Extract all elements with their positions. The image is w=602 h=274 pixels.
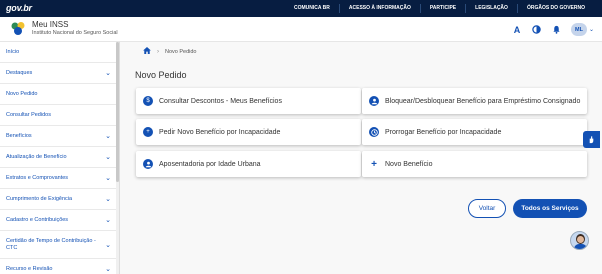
sidebar-item-extratos[interactable]: Extratos e Comprovantes ⌄ bbox=[0, 168, 119, 189]
sidebar-item-cadastro-contribuicoes[interactable]: Cadastro e Contribuições ⌄ bbox=[0, 210, 119, 231]
sidebar-item-label: Novo Pedido bbox=[6, 90, 38, 97]
breadcrumb: › Novo Pedido bbox=[143, 47, 197, 56]
gov-link-acesso-informacao[interactable]: ACESSO À INFORMAÇÃO bbox=[338, 4, 420, 13]
app-name: Meu INSS bbox=[32, 20, 69, 29]
app-header: Meu INSS Instituto Nacional do Seguro So… bbox=[0, 17, 602, 42]
elderly-user-icon bbox=[143, 159, 153, 169]
chevron-down-icon: ⌄ bbox=[105, 217, 111, 224]
service-card-bloquear-desbloquear[interactable]: Bloquear/Desbloquear Benefício para Empr… bbox=[362, 88, 587, 114]
inss-logo-icon[interactable] bbox=[10, 21, 27, 36]
user-lock-icon bbox=[369, 96, 379, 106]
clock-icon bbox=[369, 127, 379, 137]
header-tools: A ML ⌄ bbox=[511, 21, 594, 38]
sidebar-scrollbar-thumb[interactable] bbox=[116, 42, 119, 182]
sidebar-menu: Início Destaques ⌄ Novo Pedido Consultar… bbox=[0, 42, 120, 274]
chevron-down-icon: ⌄ bbox=[105, 70, 111, 77]
chevron-down-icon: ⌄ bbox=[105, 241, 111, 249]
user-menu-button[interactable]: ML ⌄ bbox=[570, 23, 594, 36]
assistant-body bbox=[574, 244, 587, 249]
chevron-down-icon: ⌄ bbox=[105, 196, 111, 203]
all-services-button[interactable]: Todos os Serviços bbox=[513, 199, 587, 218]
gov-link-legislacao[interactable]: LEGISLAÇÃO bbox=[465, 4, 517, 13]
sign-language-icon[interactable] bbox=[583, 131, 600, 148]
service-card-label: Consultar Descontos - Meus Benefícios bbox=[159, 97, 282, 105]
sidebar-item-label: Consultar Pedidos bbox=[6, 111, 51, 118]
sidebar-item-label: Recurso e Revisão bbox=[6, 265, 53, 272]
sidebar-item-label: Atualização de Benefício bbox=[6, 153, 67, 160]
sidebar-item-label: Cumprimento de Exigência bbox=[6, 195, 73, 202]
sidebar-item-label: Benefícios bbox=[6, 132, 32, 139]
service-card-consultar-descontos[interactable]: $ Consultar Descontos - Meus Benefícios bbox=[136, 88, 361, 114]
service-card-label: Aposentadoria por Idade Urbana bbox=[159, 160, 261, 168]
font-size-button[interactable]: A bbox=[511, 24, 523, 36]
home-icon[interactable] bbox=[143, 47, 151, 56]
service-card-prorrogar-beneficio[interactable]: Prorrogar Benefício por Incapacidade bbox=[362, 119, 587, 145]
gov-bar: gov.br COMUNICA BR ACESSO À INFORMAÇÃO P… bbox=[0, 0, 602, 17]
sidebar-item-label: Cadastro e Contribuições bbox=[6, 216, 69, 223]
app-subtitle: Instituto Nacional do Seguro Social bbox=[32, 30, 118, 36]
breadcrumb-current: Novo Pedido bbox=[165, 48, 197, 55]
chevron-down-icon: ⌄ bbox=[105, 266, 111, 273]
contrast-icon[interactable] bbox=[531, 24, 543, 36]
sidebar-item-consultar-pedidos[interactable]: Consultar Pedidos bbox=[0, 105, 119, 126]
sidebar-item-recurso-revisao[interactable]: Recurso e Revisão ⌄ bbox=[0, 259, 119, 274]
avatar: ML bbox=[570, 23, 587, 36]
gov-link-participe[interactable]: PARTICIPE bbox=[419, 4, 465, 13]
medical-bag-icon: + bbox=[143, 127, 153, 137]
chevron-right-icon: › bbox=[157, 48, 159, 55]
gov-links: COMUNICA BR ACESSO À INFORMAÇÃO PARTICIP… bbox=[285, 0, 594, 17]
sidebar-item-inicio[interactable]: Início bbox=[0, 42, 119, 63]
sidebar-scrollbar[interactable] bbox=[116, 42, 119, 274]
service-card-label: Novo Benefício bbox=[385, 160, 433, 168]
sidebar-item-label: Destaques bbox=[6, 69, 33, 76]
gov-link-orgaos[interactable]: ÓRGÃOS DO GOVERNO bbox=[516, 4, 594, 13]
service-card-novo-beneficio[interactable]: + Novo Benefício bbox=[362, 151, 587, 177]
assistant-face bbox=[577, 236, 584, 243]
gov-link-comunica[interactable]: COMUNICA BR bbox=[285, 4, 339, 13]
chevron-down-icon: ⌄ bbox=[105, 175, 111, 182]
service-card-label: Pedir Novo Benefício por Incapacidade bbox=[159, 128, 281, 136]
chevron-down-icon: ⌄ bbox=[588, 27, 594, 33]
sidebar-item-label: Extratos e Comprovantes bbox=[6, 174, 69, 181]
sidebar-item-ctc[interactable]: Certidão de Tempo de Contribuição - CTC … bbox=[0, 231, 119, 259]
govbr-logo[interactable]: gov.br bbox=[6, 3, 32, 13]
back-button[interactable]: Voltar bbox=[468, 199, 506, 218]
money-icon: $ bbox=[143, 96, 153, 106]
chevron-down-icon: ⌄ bbox=[105, 133, 111, 140]
virtual-assistant-avatar[interactable] bbox=[570, 231, 589, 250]
bell-icon[interactable] bbox=[551, 24, 563, 36]
sidebar-item-cumprimento-exigencia[interactable]: Cumprimento de Exigência ⌄ bbox=[0, 189, 119, 210]
chevron-down-icon: ⌄ bbox=[105, 154, 111, 161]
sidebar-item-label: Início bbox=[6, 48, 20, 55]
sidebar-item-novo-pedido[interactable]: Novo Pedido bbox=[0, 84, 119, 105]
service-card-label: Prorrogar Benefício por Incapacidade bbox=[385, 128, 502, 136]
plus-icon: + bbox=[371, 158, 377, 170]
service-card-aposentadoria-idade[interactable]: Aposentadoria por Idade Urbana bbox=[136, 151, 361, 177]
service-card-pedir-beneficio-incapacidade[interactable]: + Pedir Novo Benefício por Incapacidade bbox=[136, 119, 361, 145]
sidebar-item-atualizacao-beneficio[interactable]: Atualização de Benefício ⌄ bbox=[0, 147, 119, 168]
sidebar-item-destaques[interactable]: Destaques ⌄ bbox=[0, 63, 119, 84]
service-card-label: Bloquear/Desbloquear Benefício para Empr… bbox=[385, 97, 581, 105]
page-title: Novo Pedido bbox=[135, 70, 187, 80]
sidebar-item-label: Certidão de Tempo de Contribuição - CTC bbox=[6, 237, 96, 251]
sidebar-item-beneficios[interactable]: Benefícios ⌄ bbox=[0, 126, 119, 147]
